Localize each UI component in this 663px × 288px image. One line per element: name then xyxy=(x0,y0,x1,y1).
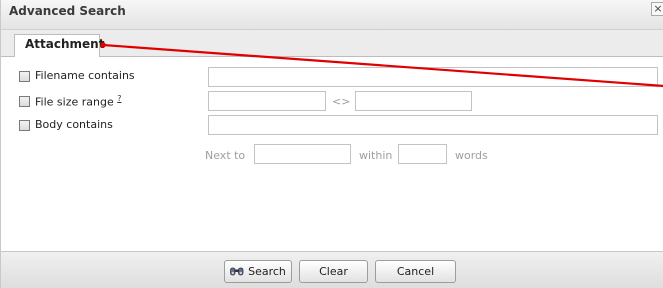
filename-label: Filename contains xyxy=(35,69,135,82)
clear-button-label: Clear xyxy=(319,265,348,278)
next-to-label: Next to xyxy=(205,149,246,162)
words-label: words xyxy=(455,149,488,162)
tab-strip: Attachment xyxy=(1,30,663,57)
clear-button[interactable]: Clear xyxy=(299,260,368,283)
body-checkbox[interactable] xyxy=(19,120,30,131)
range-separator: <> xyxy=(332,95,351,108)
filesize-from-input[interactable] xyxy=(208,91,326,111)
help-link[interactable]: ? xyxy=(117,94,121,103)
filename-checkbox[interactable] xyxy=(19,71,30,82)
close-icon[interactable]: × xyxy=(651,2,663,16)
cancel-button[interactable]: Cancel xyxy=(375,260,456,283)
body-input[interactable] xyxy=(208,115,658,135)
dialog-title: Advanced Search xyxy=(9,4,126,18)
tab-attachment[interactable]: Attachment xyxy=(14,34,104,57)
search-button-label: Search xyxy=(248,265,286,278)
filename-input[interactable] xyxy=(208,67,658,87)
within-label: within xyxy=(359,149,393,162)
binoculars-icon xyxy=(230,266,244,277)
within-input[interactable] xyxy=(398,144,447,164)
search-button[interactable]: Search xyxy=(224,260,292,283)
body-label: Body contains xyxy=(35,118,113,131)
filesize-label-text: File size range xyxy=(35,95,114,109)
advanced-search-dialog: Advanced Search × Attachment Filename co… xyxy=(0,0,663,288)
filesize-checkbox[interactable] xyxy=(19,96,30,107)
title-bar: Advanced Search × xyxy=(1,0,663,30)
filesize-to-input[interactable] xyxy=(355,91,472,111)
filesize-label: File size range ? xyxy=(35,94,121,109)
next-to-input[interactable] xyxy=(254,144,351,164)
cancel-button-label: Cancel xyxy=(396,265,435,278)
